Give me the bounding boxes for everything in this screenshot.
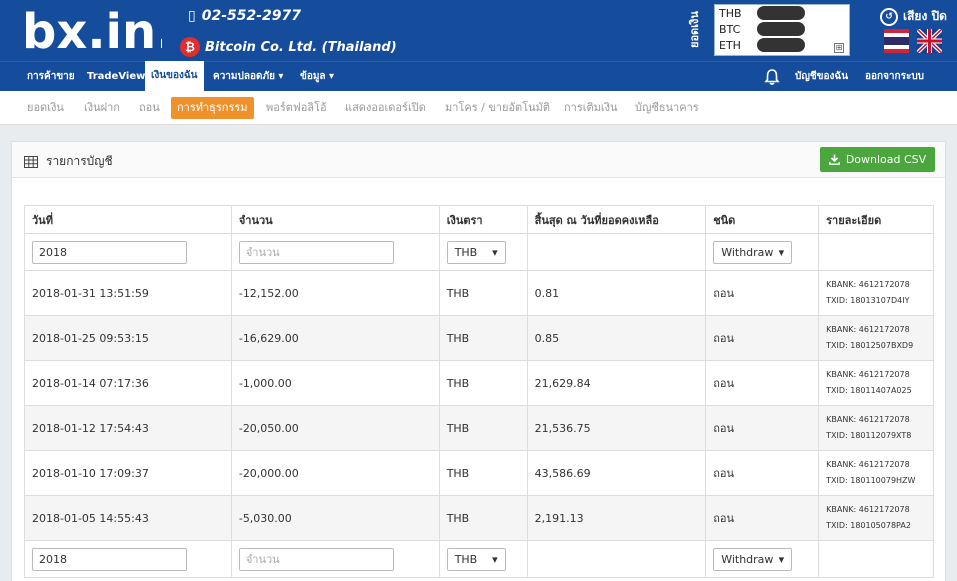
balance-row-btc: BTC xyxy=(715,21,849,37)
col-date[interactable]: วันที่ xyxy=(24,205,232,234)
transaction-details: KBANK: 4612172078 TXID: 18011407A025 xyxy=(818,360,934,406)
caret-down-icon: ▾ xyxy=(778,552,785,566)
subnav-deposit[interactable]: เงินฝาก xyxy=(78,97,126,119)
balance-value-redacted xyxy=(757,6,805,20)
col-details[interactable]: รายละเอียด xyxy=(818,205,934,234)
amount-filter-input[interactable]: จำนวน xyxy=(238,240,394,264)
subnav-balance[interactable]: ยอดเงิน xyxy=(21,97,70,119)
download-csv-button[interactable]: Download CSV xyxy=(820,147,935,172)
panel-header: รายการบัญชี Download CSV xyxy=(12,142,945,178)
filter-row-bottom: 2018 จำนวน THB ▾ Withdraw ▾ xyxy=(24,540,934,578)
filter-row-top: 2018 จำนวน THB ▾ Withdraw ▾ xyxy=(24,233,934,271)
balance-row-eth: ETH xyxy=(715,37,849,53)
download-icon xyxy=(828,154,840,165)
thai-flag-icon[interactable] xyxy=(884,29,909,53)
amount-filter-input[interactable]: จำนวน xyxy=(238,547,394,571)
nav-logout[interactable]: ออกจากระบบ xyxy=(859,62,930,92)
balance-label: ยอดเงิน xyxy=(688,11,701,49)
balance-box: THB BTC ETH ⊞ xyxy=(714,4,850,56)
subnav-transactions[interactable]: การทำธุรกรรม xyxy=(171,97,254,119)
nav-my-money[interactable]: เงินของฉัน xyxy=(145,61,204,92)
bell-icon[interactable] xyxy=(763,68,781,86)
panel-title: รายการบัญชี xyxy=(24,152,113,171)
transaction-details: KBANK: 4612172078 TXID: 180105078PA2 xyxy=(818,495,934,541)
table-row: 2018-01-12 17:54:43 -20,050.00 THB 21,53… xyxy=(24,405,934,451)
col-amount[interactable]: จำนวน xyxy=(230,205,440,234)
company-name: ₿ Bitcoin Co. Ltd. (Thailand) xyxy=(180,37,397,57)
type-filter-select[interactable]: Withdraw ▾ xyxy=(713,240,793,264)
bx-logo[interactable]: bx.in.th xyxy=(22,4,162,56)
transaction-details: KBANK: 4612172078 TXID: 18013107D4IY xyxy=(818,270,934,316)
table-icon xyxy=(24,155,38,168)
currency-filter-select[interactable]: THB ▾ xyxy=(446,547,506,571)
table-row: 2018-01-14 07:17:36 -1,000.00 THB 21,629… xyxy=(24,360,934,406)
date-filter-input[interactable]: 2018 xyxy=(32,240,187,264)
transactions-panel: รายการบัญชี Download CSV วันที่ จำนวน เง… xyxy=(11,141,946,581)
balance-value-redacted xyxy=(757,22,805,36)
currency-filter-select[interactable]: THB ▾ xyxy=(446,240,506,264)
uk-flag-icon[interactable] xyxy=(917,29,942,53)
subnav-open-orders[interactable]: แสดงออเดอร์เปิด xyxy=(339,97,432,119)
type-filter-select[interactable]: Withdraw ▾ xyxy=(713,547,793,571)
main-nav: การค้าขาย TradeView เงินของฉัน ความปลอดภ… xyxy=(0,61,957,92)
expand-balance-icon[interactable]: ⊞ xyxy=(834,43,844,53)
subnav-topup[interactable]: การเติมเงิน xyxy=(558,97,624,119)
transaction-details: KBANK: 4612172078 TXID: 180112079XT8 xyxy=(818,405,934,451)
subnav-macro[interactable]: มาโคร / ขายอัตโนมัติ xyxy=(439,97,556,119)
nav-security[interactable]: ความปลอดภัย ▾ xyxy=(207,62,289,92)
bitcoin-icon: ₿ xyxy=(180,37,200,57)
table-row: 2018-01-10 17:09:37 -20,000.00 THB 43,58… xyxy=(24,450,934,496)
balance-value-redacted xyxy=(757,38,805,52)
caret-down-icon: ▾ xyxy=(492,552,498,566)
phone-icon: ▯ xyxy=(188,8,196,24)
transaction-details: KBANK: 4612172078 TXID: 18012507BXD9 xyxy=(818,315,934,361)
date-filter-input[interactable]: 2018 xyxy=(32,547,187,571)
transaction-details: KBANK: 4612172078 TXID: 180110079HZW xyxy=(818,450,934,496)
nav-info[interactable]: ข้อมูล ▾ xyxy=(294,62,340,92)
sound-icon: ↺ xyxy=(880,7,898,26)
col-balance[interactable]: สิ้นสุด ณ วันที่ยอดคงเหลือ xyxy=(526,205,707,234)
subnav-withdraw[interactable]: ถอน xyxy=(133,97,166,119)
col-currency[interactable]: เงินตรา xyxy=(438,205,528,234)
table-header-row: วันที่ จำนวน เงินตรา สิ้นสุด ณ วันที่ยอด… xyxy=(24,205,934,234)
phone-number: ▯ 02-552-2977 xyxy=(188,8,302,24)
balance-row-thb: THB xyxy=(715,5,849,21)
sound-toggle[interactable]: ↺ เสียง ปิด xyxy=(880,7,947,26)
nav-my-account[interactable]: บัญชีของฉัน xyxy=(789,62,854,92)
nav-tradeview[interactable]: TradeView xyxy=(81,62,151,92)
subnav-bank-accounts[interactable]: บัญชีธนาคาร xyxy=(629,97,705,119)
top-header: bx.in.th ▯ 02-552-2977 ₿ Bitcoin Co. Ltd… xyxy=(0,0,957,61)
col-type[interactable]: ชนิด xyxy=(705,205,820,234)
nav-trading[interactable]: การค้าขาย xyxy=(21,62,81,92)
subnav-portfolio[interactable]: พอร์ตฟอลิโอ้ xyxy=(260,97,333,119)
caret-down-icon: ▾ xyxy=(778,245,785,259)
svg-text:bx.in.th: bx.in.th xyxy=(22,4,162,56)
transactions-table: วันที่ จำนวน เงินตรา สิ้นสุด ณ วันที่ยอด… xyxy=(24,205,934,578)
table-row: 2018-01-25 09:53:15 -16,629.00 THB 0.85 … xyxy=(24,315,934,361)
table-row: 2018-01-31 13:51:59 -12,152.00 THB 0.81 … xyxy=(24,270,934,316)
sub-nav: ยอดเงิน เงินฝาก ถอน การทำธุรกรรม พอร์ตฟอ… xyxy=(0,91,957,125)
table-row: 2018-01-05 14:55:43 -5,030.00 THB 2,191.… xyxy=(24,495,934,541)
caret-down-icon: ▾ xyxy=(492,245,498,259)
